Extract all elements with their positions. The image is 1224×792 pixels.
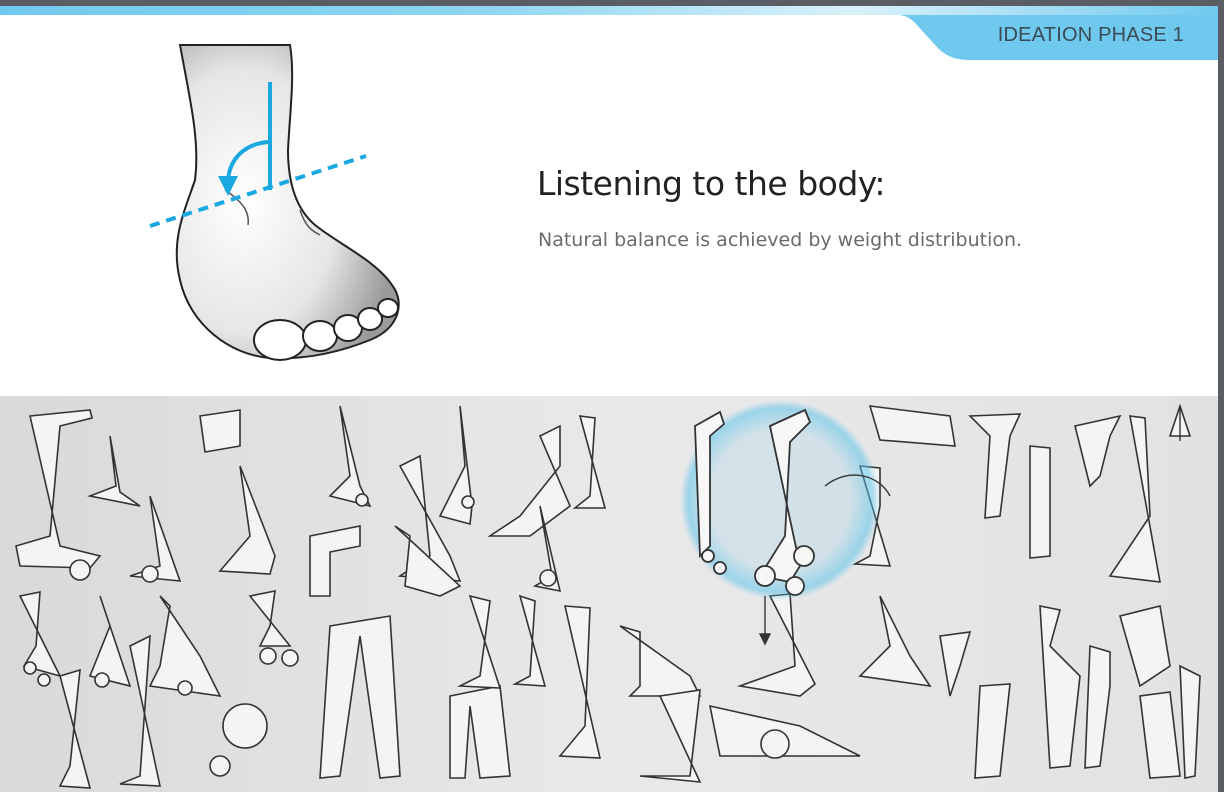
page-heading: Listening to the body: bbox=[537, 164, 886, 203]
page-subheading: Natural balance is achieved by weight di… bbox=[538, 229, 1023, 251]
phase-label: IDEATION PHASE 1 bbox=[997, 24, 1184, 46]
phase-tab: IDEATION PHASE 1 bbox=[898, 6, 1218, 60]
concept-sketch-panel bbox=[0, 396, 1218, 792]
concept-sketch-collage-icon bbox=[15, 400, 1201, 789]
right-edge-border bbox=[1218, 0, 1224, 792]
foot-balance-icon bbox=[130, 40, 430, 380]
